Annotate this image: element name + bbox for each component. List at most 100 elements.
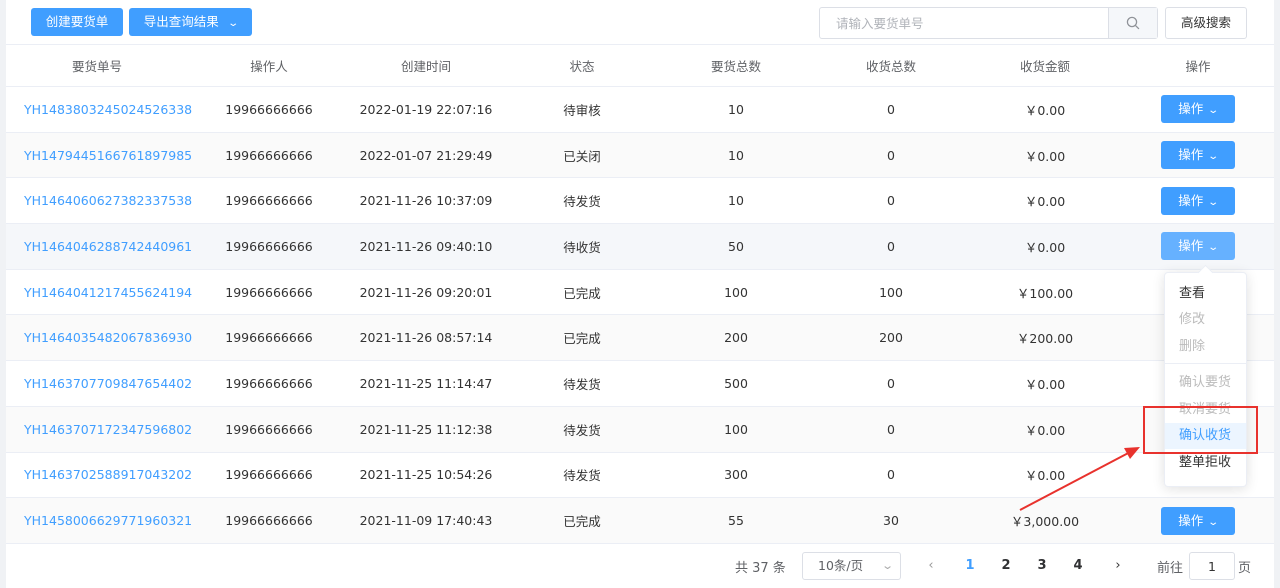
goto-suffix: 页 [1238, 561, 1252, 576]
dropdown-item[interactable]: 查看 [1165, 281, 1246, 307]
cell-action: 操作 ⌄ [1118, 224, 1278, 269]
operator-value: 19966666666 [225, 330, 313, 346]
create-order-label: 创建要货单 [45, 14, 109, 29]
page-1[interactable]: 1 [958, 554, 982, 578]
page-4[interactable]: 4 [1066, 554, 1090, 578]
cell-request-total: 55 [662, 498, 810, 543]
cell-request-total: 300 [662, 453, 810, 498]
cell-operator: 19966666666 [188, 407, 350, 452]
received-total-value: 0 [887, 101, 895, 117]
created-time-value: 2022-01-19 22:07:16 [359, 101, 493, 117]
col-header-request-total: 要货总数 [710, 59, 761, 74]
request-total-value: 50 [728, 238, 744, 254]
cell-request-total: 10 [662, 178, 810, 223]
cell-action: 操作 ⌄ [1118, 178, 1278, 223]
cell-order-no: YH1464041217455624194 [6, 270, 192, 315]
cell-operator: 19966666666 [188, 361, 350, 406]
operator-value: 19966666666 [225, 238, 313, 254]
prev-page-button[interactable]: ‹ [919, 554, 943, 578]
cell-order-no: YH1464035482067836930 [6, 315, 192, 360]
chevron-down-icon: ⌄ [227, 18, 239, 29]
order-no-link[interactable]: YH1479445166761897985 [24, 148, 192, 163]
cell-created-time: 2021-11-25 11:12:38 [350, 407, 502, 452]
status-value: 待收货 [563, 239, 601, 255]
page-3[interactable]: 3 [1030, 554, 1054, 578]
dropdown-item[interactable]: 删除 [1165, 334, 1246, 360]
row-action-label: 操作 [1178, 192, 1204, 208]
received-total-value: 200 [879, 330, 903, 346]
cell-operator: 19966666666 [188, 315, 350, 360]
created-time-value: 2021-11-26 09:20:01 [359, 284, 493, 300]
cell-received-total: 100 [810, 270, 972, 315]
order-no-link[interactable]: YH1464046288742440961 [24, 239, 192, 254]
row-action-button[interactable]: 操作 ⌄ [1161, 95, 1235, 124]
received-total-value: 0 [887, 147, 895, 163]
cell-status: 待发货 [502, 407, 662, 452]
advanced-search-label: 高级搜索 [1180, 15, 1231, 30]
cell-amount: ￥0.00 [972, 178, 1118, 223]
cell-amount: ￥0.00 [972, 224, 1118, 269]
row-action-button[interactable]: 操作 ⌄ [1161, 186, 1235, 215]
row-action-label: 操作 [1178, 147, 1204, 163]
order-no-link[interactable]: YH1463707709847654402 [24, 376, 192, 391]
status-value: 待审核 [563, 102, 601, 118]
amount-value: ￥0.00 [1024, 422, 1066, 438]
cell-status: 待发货 [502, 453, 662, 498]
order-no-link[interactable]: YH1463707172347596802 [24, 422, 192, 437]
page-size-select[interactable]: 10条/页 ⌄ [802, 552, 901, 580]
row-action-button[interactable]: 操作 ⌄ [1161, 506, 1235, 535]
cell-amount: ￥0.00 [972, 133, 1118, 178]
table-header: 要货单号 操作人 创建时间 状态 要货总数 收货总数 收货金额 操作 [6, 44, 1274, 87]
cell-order-no: YH1463707172347596802 [6, 407, 192, 452]
order-no-link[interactable]: YH1463702588917043202 [24, 467, 192, 482]
cell-request-total: 50 [662, 224, 810, 269]
annotation-highlight-box [1143, 406, 1258, 454]
create-order-button[interactable]: 创建要货单 [31, 8, 123, 36]
received-total-value: 0 [887, 467, 895, 483]
pagination: 共 37 条 10条/页 ⌄ ‹ 1 2 3 4 › 前往 页 [6, 544, 1274, 588]
order-no-link[interactable]: YH1464060627382337538 [24, 193, 192, 208]
page-2[interactable]: 2 [994, 554, 1018, 578]
cell-request-total: 100 [662, 270, 810, 315]
dropdown-item[interactable]: 修改 [1165, 307, 1246, 333]
cell-amount: ￥200.00 [972, 315, 1118, 360]
status-value: 待发货 [563, 376, 601, 392]
operator-value: 19966666666 [225, 284, 313, 300]
col-header-amount: 收货金额 [1019, 59, 1070, 74]
cell-operator: 19966666666 [188, 87, 350, 132]
goto-page-input[interactable] [1189, 552, 1235, 580]
cell-operator: 19966666666 [188, 178, 350, 223]
search-input[interactable] [820, 8, 1108, 38]
next-page-button[interactable]: › [1106, 554, 1130, 578]
cell-order-no: YH1458006629771960321 [6, 498, 192, 543]
col-header-received-total: 收货总数 [865, 59, 916, 74]
amount-value: ￥0.00 [1024, 239, 1066, 255]
cell-created-time: 2021-11-26 09:40:10 [350, 224, 502, 269]
cell-order-no: YH1464046288742440961 [6, 224, 192, 269]
cell-received-total: 0 [810, 407, 972, 452]
created-time-value: 2021-11-09 17:40:43 [359, 513, 493, 529]
cell-status: 已完成 [502, 315, 662, 360]
table-row: YH1464041217455624194 19966666666 2021-11-… [6, 270, 1274, 316]
cell-received-total: 0 [810, 361, 972, 406]
advanced-search-button[interactable]: 高级搜索 [1165, 7, 1247, 39]
cell-status: 待审核 [502, 87, 662, 132]
row-action-label: 操作 [1178, 101, 1204, 117]
search-button[interactable] [1108, 8, 1157, 38]
chevron-down-icon: ⌄ [1207, 105, 1220, 117]
row-action-button[interactable]: 操作 ⌄ [1161, 232, 1235, 261]
order-no-link[interactable]: YH1464041217455624194 [24, 285, 192, 300]
cell-amount: ￥0.00 [972, 361, 1118, 406]
order-no-link[interactable]: YH1458006629771960321 [24, 513, 192, 528]
table-row: YH1464035482067836930 19966666666 2021-11-… [6, 315, 1274, 362]
order-no-link[interactable]: YH1464035482067836930 [24, 330, 192, 345]
dropdown-item[interactable]: 确认要货 [1165, 370, 1246, 396]
cell-order-no: YH1479445166761897985 [6, 133, 192, 178]
request-total-value: 10 [728, 101, 744, 117]
cell-received-total: 30 [810, 498, 972, 543]
created-time-value: 2021-11-26 08:57:14 [359, 330, 493, 346]
row-action-button[interactable]: 操作 ⌄ [1161, 141, 1235, 170]
order-no-link[interactable]: YH1483803245024526338 [24, 102, 192, 117]
amount-value: ￥0.00 [1024, 376, 1066, 392]
export-results-button[interactable]: 导出查询结果 ⌄ [129, 8, 252, 36]
